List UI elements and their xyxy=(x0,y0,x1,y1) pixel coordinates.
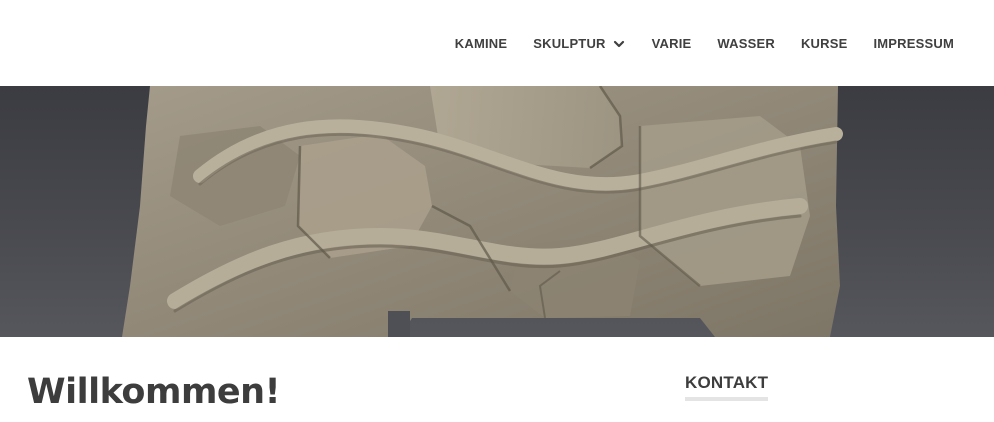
nav-item-label: SKULPTUR xyxy=(533,35,606,51)
hero-image-stone-relief xyxy=(0,86,994,337)
nav-item-label: WASSER xyxy=(717,35,775,51)
hero-banner xyxy=(0,86,994,337)
main-navigation: KAMINE SKULPTUR VARIE WASSER KURSE IMPRE… xyxy=(455,0,954,86)
nav-item-kamine[interactable]: KAMINE xyxy=(455,36,507,51)
nav-item-impressum[interactable]: IMPRESSUM xyxy=(873,36,954,51)
nav-item-skulptur[interactable]: SKULPTUR xyxy=(533,36,625,51)
nav-item-label: IMPRESSUM xyxy=(873,35,954,51)
content-area: Willkommen! KONTAKT xyxy=(0,337,994,422)
nav-item-varie[interactable]: VARIE xyxy=(652,36,692,51)
nav-item-label: KAMINE xyxy=(454,35,508,51)
nav-item-kurse[interactable]: KURSE xyxy=(801,36,848,51)
chevron-down-icon[interactable] xyxy=(612,37,626,51)
page-title: Willkommen! xyxy=(27,372,281,412)
sidebar-widget-title-kontakt: KONTAKT xyxy=(685,374,769,401)
nav-item-wasser[interactable]: WASSER xyxy=(717,36,775,51)
nav-item-label: KURSE xyxy=(800,35,848,51)
site-header: KAMINE SKULPTUR VARIE WASSER KURSE IMPRE… xyxy=(0,0,994,86)
nav-item-label: VARIE xyxy=(651,35,692,51)
